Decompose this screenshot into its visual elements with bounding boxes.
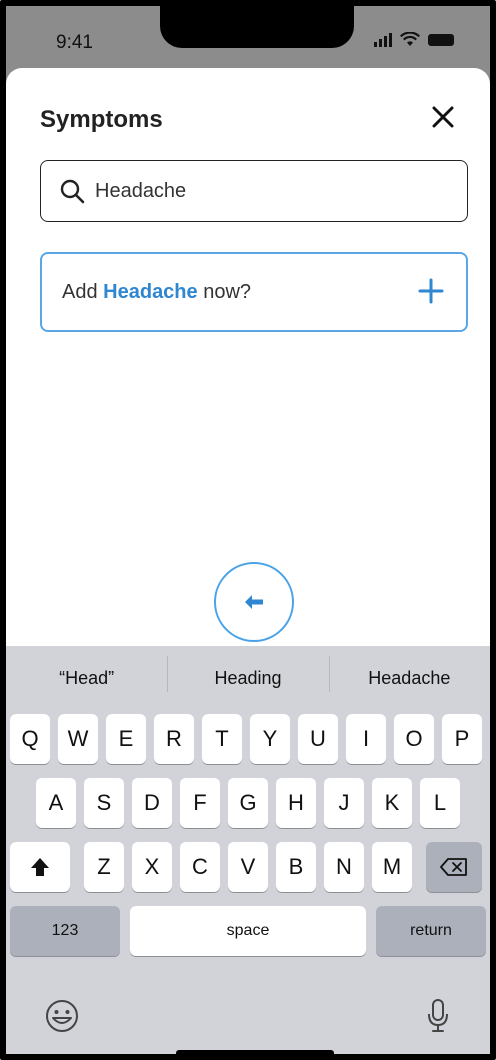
search-input[interactable]: Headache	[40, 160, 468, 222]
key-e[interactable]: E	[106, 714, 146, 764]
suggestion-1[interactable]: “Head”	[6, 668, 167, 689]
key-p[interactable]: P	[442, 714, 482, 764]
key-m[interactable]: M	[372, 842, 412, 892]
key-h[interactable]: H	[276, 778, 316, 828]
key-d[interactable]: D	[132, 778, 172, 828]
key-s[interactable]: S	[84, 778, 124, 828]
status-time: 9:41	[56, 32, 93, 53]
phone-frame: 9:41 Symptoms Headache Add Headache now?…	[0, 0, 496, 1060]
key-v[interactable]: V	[228, 842, 268, 892]
key-l[interactable]: L	[420, 778, 460, 828]
key-t[interactable]: T	[202, 714, 242, 764]
wifi-icon	[400, 32, 420, 46]
add-symptom-text: Add Headache now?	[62, 281, 251, 304]
shift-icon	[31, 858, 49, 876]
add-prefix: Add	[62, 280, 104, 303]
numbers-key[interactable]: 123	[10, 906, 120, 956]
suggestion-bar: “Head” Heading Headache	[6, 646, 490, 710]
delete-icon	[440, 858, 467, 876]
search-icon	[60, 179, 85, 204]
battery-icon	[428, 33, 454, 46]
key-y[interactable]: Y	[250, 714, 290, 764]
key-x[interactable]: X	[132, 842, 172, 892]
key-row-3: Z X C V B N M	[6, 842, 490, 892]
key-g[interactable]: G	[228, 778, 268, 828]
key-u[interactable]: U	[298, 714, 338, 764]
suggestion-2[interactable]: Heading	[167, 655, 328, 692]
key-j[interactable]: J	[324, 778, 364, 828]
plus-icon[interactable]	[418, 278, 444, 304]
key-i[interactable]: I	[346, 714, 386, 764]
keyboard: “Head” Heading Headache Q W E R T Y U I …	[6, 646, 490, 1054]
close-icon[interactable]	[430, 104, 456, 130]
notch	[160, 6, 354, 48]
page-title: Symptoms	[40, 106, 163, 133]
microphone-icon[interactable]	[426, 998, 450, 1034]
key-c[interactable]: C	[180, 842, 220, 892]
status-icons	[374, 32, 454, 47]
key-f[interactable]: F	[180, 778, 220, 828]
home-indicator	[176, 1050, 334, 1054]
key-row-2: A S D F G H J K L	[6, 778, 490, 828]
key-n[interactable]: N	[324, 842, 364, 892]
add-symptom-card[interactable]: Add Headache now?	[40, 252, 468, 332]
status-bar: 9:41	[6, 6, 490, 76]
suggestion-3[interactable]: Headache	[328, 655, 490, 692]
signal-icon	[374, 32, 392, 47]
back-button[interactable]	[214, 562, 294, 642]
add-suffix: now?	[197, 280, 252, 303]
key-b[interactable]: B	[276, 842, 316, 892]
key-w[interactable]: W	[58, 714, 98, 764]
key-r[interactable]: R	[154, 714, 194, 764]
back-arrow-icon	[245, 595, 263, 609]
return-key[interactable]: return	[376, 906, 486, 956]
key-z[interactable]: Z	[84, 842, 124, 892]
shift-key[interactable]	[10, 842, 70, 892]
key-o[interactable]: O	[394, 714, 434, 764]
key-row-4: 123 space return	[6, 906, 490, 956]
emoji-icon[interactable]	[44, 998, 80, 1034]
key-a[interactable]: A	[36, 778, 76, 828]
delete-key[interactable]	[426, 842, 482, 892]
symptoms-sheet: Symptoms Headache Add Headache now?	[6, 68, 490, 658]
key-row-1: Q W E R T Y U I O P	[6, 714, 490, 764]
key-q[interactable]: Q	[10, 714, 50, 764]
add-term: Headache	[103, 280, 198, 303]
space-key[interactable]: space	[130, 906, 366, 956]
key-k[interactable]: K	[372, 778, 412, 828]
search-value: Headache	[95, 179, 187, 202]
